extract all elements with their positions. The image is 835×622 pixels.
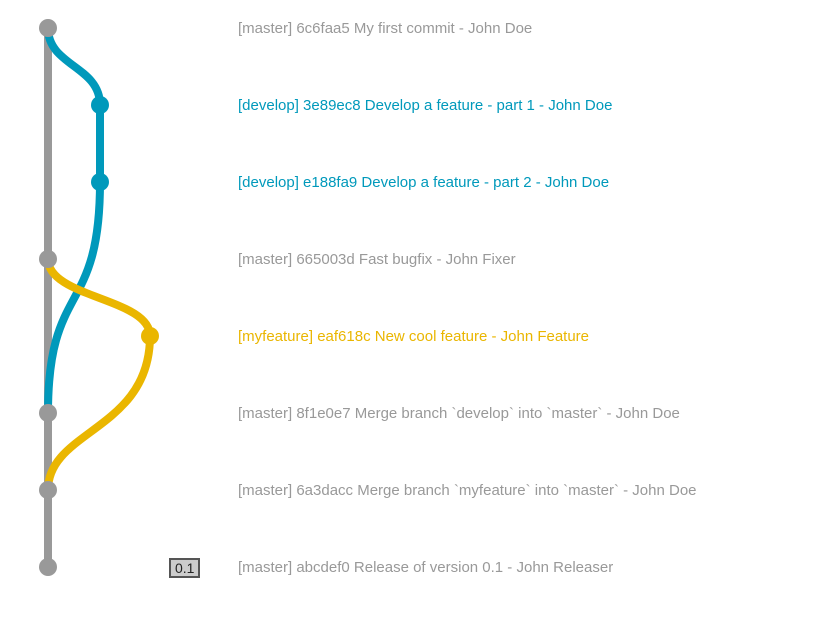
git-graph-svg: [0, 0, 200, 622]
commit-text-7: [master] abcdef0 Release of version 0.1 …: [238, 559, 613, 576]
commit-text-3: [master] 665003d Fast bugfix - John Fixe…: [238, 251, 516, 268]
version-tag: 0.1: [169, 558, 200, 578]
commit-text-5: [master] 8f1e0e7 Merge branch `develop` …: [238, 405, 680, 422]
commit-node-0: [39, 19, 57, 37]
commit-node-7: [39, 558, 57, 576]
commit-text-4: [myfeature] eaf618c New cool feature - J…: [238, 328, 589, 345]
commit-text-1: [develop] 3e89ec8 Develop a feature - pa…: [238, 97, 612, 114]
commit-text-6: [master] 6a3dacc Merge branch `myfeature…: [238, 482, 697, 499]
commit-node-2: [91, 173, 109, 191]
commit-node-6: [39, 481, 57, 499]
myfeature-branch-line: [48, 259, 150, 490]
commit-node-3: [39, 250, 57, 268]
commit-text-2: [develop] e188fa9 Develop a feature - pa…: [238, 174, 609, 191]
commit-text-0: [master] 6c6faa5 My first commit - John …: [238, 20, 532, 37]
develop-branch-line: [48, 28, 100, 413]
commit-node-4: [141, 327, 159, 345]
commit-node-5: [39, 404, 57, 422]
commit-node-1: [91, 96, 109, 114]
